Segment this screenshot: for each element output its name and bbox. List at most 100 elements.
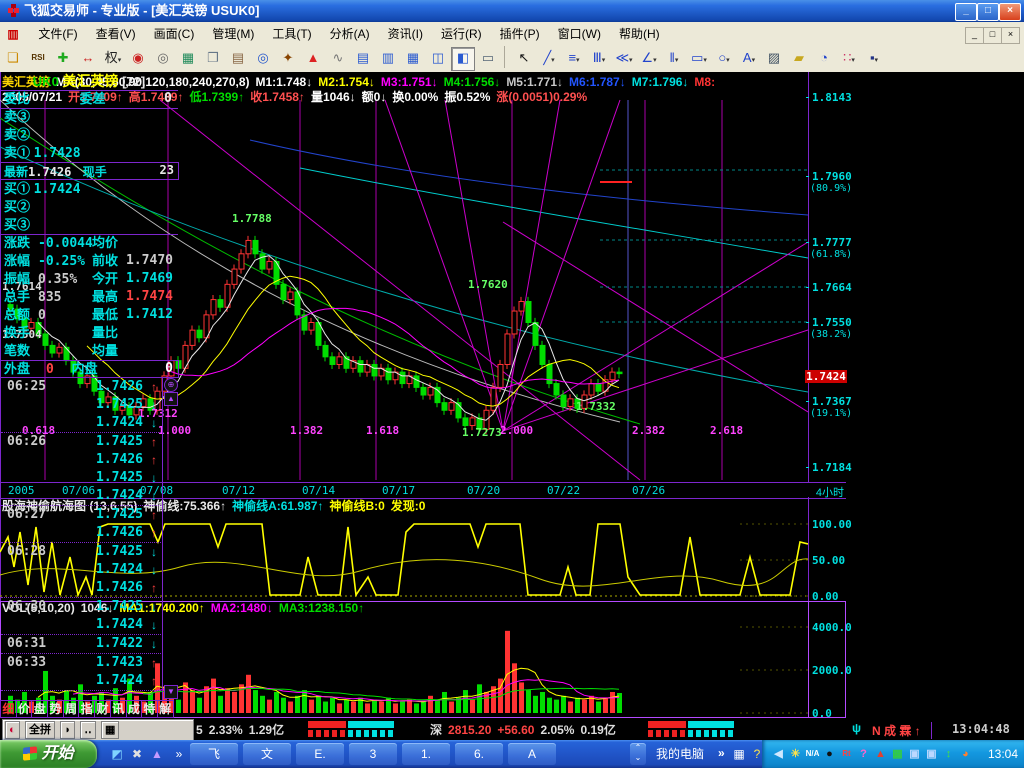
sidebar-tab-财[interactable]: 财 [95, 700, 111, 718]
dropdown-arrow-icon[interactable]: ▾ [118, 57, 122, 64]
angle-tool-icon[interactable]: ∠▾ [637, 47, 661, 71]
desktop-toolbar-more[interactable]: » [718, 740, 725, 768]
dropdown-arrow-icon[interactable]: ▾ [653, 57, 657, 64]
menu-item-3[interactable]: 管理(M) [203, 22, 263, 46]
text-tool-icon[interactable]: A▾ [737, 47, 761, 71]
menu-item-9[interactable]: 窗口(W) [549, 22, 610, 46]
book-icon[interactable]: ▤ [226, 47, 250, 71]
sh-index-summary[interactable]: 52.33%1.29亿 [196, 721, 290, 738]
plug-icon[interactable]: ∿ [326, 47, 350, 71]
menu-item-6[interactable]: 资讯(I) [379, 22, 432, 46]
horizontal-scale-icon[interactable]: ↔ [76, 47, 100, 71]
tray-rt-icon[interactable]: Rt [838, 746, 855, 763]
start-button[interactable]: 开始 [0, 740, 97, 768]
sidebar-tab-解[interactable]: 解 [158, 700, 174, 718]
menu-item-10[interactable]: 帮助(H) [610, 22, 669, 46]
minimize-button[interactable]: _ [955, 3, 977, 21]
tray-sail-icon[interactable]: ▲ [872, 746, 889, 763]
taskbar-clock[interactable]: 13:04 [988, 740, 1018, 768]
copy-pages-icon[interactable]: ❐ [201, 47, 225, 71]
menu-item-2[interactable]: 画面(C) [145, 22, 204, 46]
sidebar-tab-讯[interactable]: 讯 [111, 700, 127, 718]
magnifier-tool-icon[interactable]: ◔ [812, 47, 836, 71]
tray-network1-icon[interactable]: ▣ [906, 746, 923, 763]
restore-button[interactable]: □ [977, 3, 999, 21]
dropdown-arrow-icon[interactable]: ▾ [875, 57, 879, 64]
list-panel-icon[interactable]: ▤ [351, 47, 375, 71]
ime-punct-icon[interactable]: ‥ [80, 721, 95, 739]
rsi-indicator-icon[interactable]: RSI [26, 47, 50, 71]
title-bar[interactable]: 飞狐交易师 - 专业版 - [美汇英镑 USUK0] _ □ × [0, 0, 1024, 22]
sidebar-tab-势[interactable]: 势 [48, 700, 64, 718]
dropdown-arrow-icon[interactable]: ▾ [851, 57, 855, 64]
scroll-up-icon[interactable]: ▲ [164, 392, 178, 406]
signal-lights-off-icon[interactable]: ◎ [151, 47, 175, 71]
quick-launch-network-icon[interactable]: ◩ [108, 745, 126, 763]
open-folder-icon[interactable]: ❏ [1, 47, 25, 71]
dropdown-arrow-icon[interactable]: ▾ [675, 57, 679, 64]
search-chart-icon[interactable]: ◎ [251, 47, 275, 71]
dropdown-arrow-icon[interactable]: ▾ [752, 57, 756, 64]
quick-launch-winamp-icon[interactable]: ▲ [148, 745, 166, 763]
menu-item-5[interactable]: 分析(A) [321, 22, 379, 46]
ime-mode-button[interactable]: 全拼 [25, 721, 55, 739]
mdi-document-icon[interactable]: ▥ [0, 22, 26, 46]
fib-lines-tool-icon[interactable]: ≡▾ [562, 47, 586, 71]
menu-item-7[interactable]: 运行(R) [432, 22, 491, 46]
chart-window-icon[interactable]: ▦ [401, 47, 425, 71]
tray-back-icon[interactable]: ◀ [770, 746, 787, 763]
ime-toolbar[interactable]: ◐ 全拼 ◗ ‥ ▦ [2, 719, 194, 741]
tray-qq-icon[interactable]: ● [821, 746, 838, 763]
tray-na-icon[interactable]: N/A [804, 746, 821, 763]
menu-item-1[interactable]: 查看(V) [87, 22, 145, 46]
task-button-4[interactable]: 1. [402, 743, 450, 765]
dropdown-arrow-icon[interactable]: ▾ [576, 57, 580, 64]
signal-lights-on-icon[interactable]: ◉ [126, 47, 150, 71]
dropdown-arrow-icon[interactable]: ▾ [602, 57, 606, 64]
chart-grid-icon[interactable]: ◫ [426, 47, 450, 71]
tray-help-icon[interactable]: ? [855, 746, 872, 763]
mdi-close-button[interactable]: × [1001, 27, 1020, 44]
tick-scrollbar[interactable]: ⊕ ▲ ▼ [162, 378, 178, 700]
scroll-down-icon[interactable]: ▼ [164, 685, 178, 699]
ime-keyboard-icon[interactable]: ▦ [101, 721, 119, 739]
save-tool-icon[interactable]: ▪▾ [862, 47, 886, 71]
column-panel-icon[interactable]: ▥ [376, 47, 400, 71]
pointer-tool-icon[interactable]: ↖ [512, 47, 536, 71]
trendline-tool-icon[interactable]: ╱▾ [537, 47, 561, 71]
tray-dome-icon[interactable]: ◕ [957, 746, 974, 763]
close-button[interactable]: × [999, 3, 1021, 21]
quick-launch-more-icon[interactable]: » [170, 745, 188, 763]
dropdown-arrow-icon[interactable]: ▾ [551, 57, 555, 64]
chart-layout-icon[interactable]: ◧ [451, 47, 475, 71]
mdi-restore-button[interactable]: □ [983, 27, 1002, 44]
menu-item-8[interactable]: 插件(P) [491, 22, 549, 46]
rectangle-tool-icon[interactable]: ▭▾ [687, 47, 711, 71]
sidebar-tab-细[interactable]: 细 [0, 700, 17, 718]
tray-grid-icon[interactable]: ▦ [889, 746, 906, 763]
stamp-tool-icon[interactable]: ▨ [762, 47, 786, 71]
dropdown-arrow-icon[interactable]: ▾ [726, 57, 730, 64]
ellipse-tool-icon[interactable]: ○▾ [712, 47, 736, 71]
tools-icon[interactable]: ✦ [276, 47, 300, 71]
desktop-toolbar-label[interactable]: 我的电脑 [656, 740, 704, 768]
task-button-5[interactable]: 6. [455, 743, 503, 765]
tray-network2-icon[interactable]: ▣ [923, 746, 940, 763]
task-button-0[interactable]: 飞 [190, 743, 238, 765]
eraser-tool-icon[interactable]: ▰ [787, 47, 811, 71]
sidebar-tab-价[interactable]: 价 [17, 700, 33, 718]
taskbar-keyboard-icon[interactable]: ▦ [730, 745, 748, 763]
tray-updown-icon[interactable]: ↕ [940, 746, 957, 763]
ime-halfwidth-icon[interactable]: ◗ [60, 721, 75, 739]
parallel-tool-icon[interactable]: ‖▾ [662, 47, 686, 71]
ime-logo-icon[interactable]: ◐ [5, 721, 20, 739]
alarm-icon[interactable]: ▲ [301, 47, 325, 71]
task-button-1[interactable]: 文 [243, 743, 291, 765]
color-dots-tool-icon[interactable]: ∷▾ [837, 47, 861, 71]
rights-adjust-icon[interactable]: 权▾ [101, 47, 125, 71]
task-button-6[interactable]: A [508, 743, 556, 765]
move-cross-icon[interactable]: ✚ [51, 47, 75, 71]
sidebar-tab-盘[interactable]: 盘 [32, 700, 48, 718]
sidebar-tab-周[interactable]: 周 [64, 700, 80, 718]
tray-flower-icon[interactable]: ✳ [787, 746, 804, 763]
